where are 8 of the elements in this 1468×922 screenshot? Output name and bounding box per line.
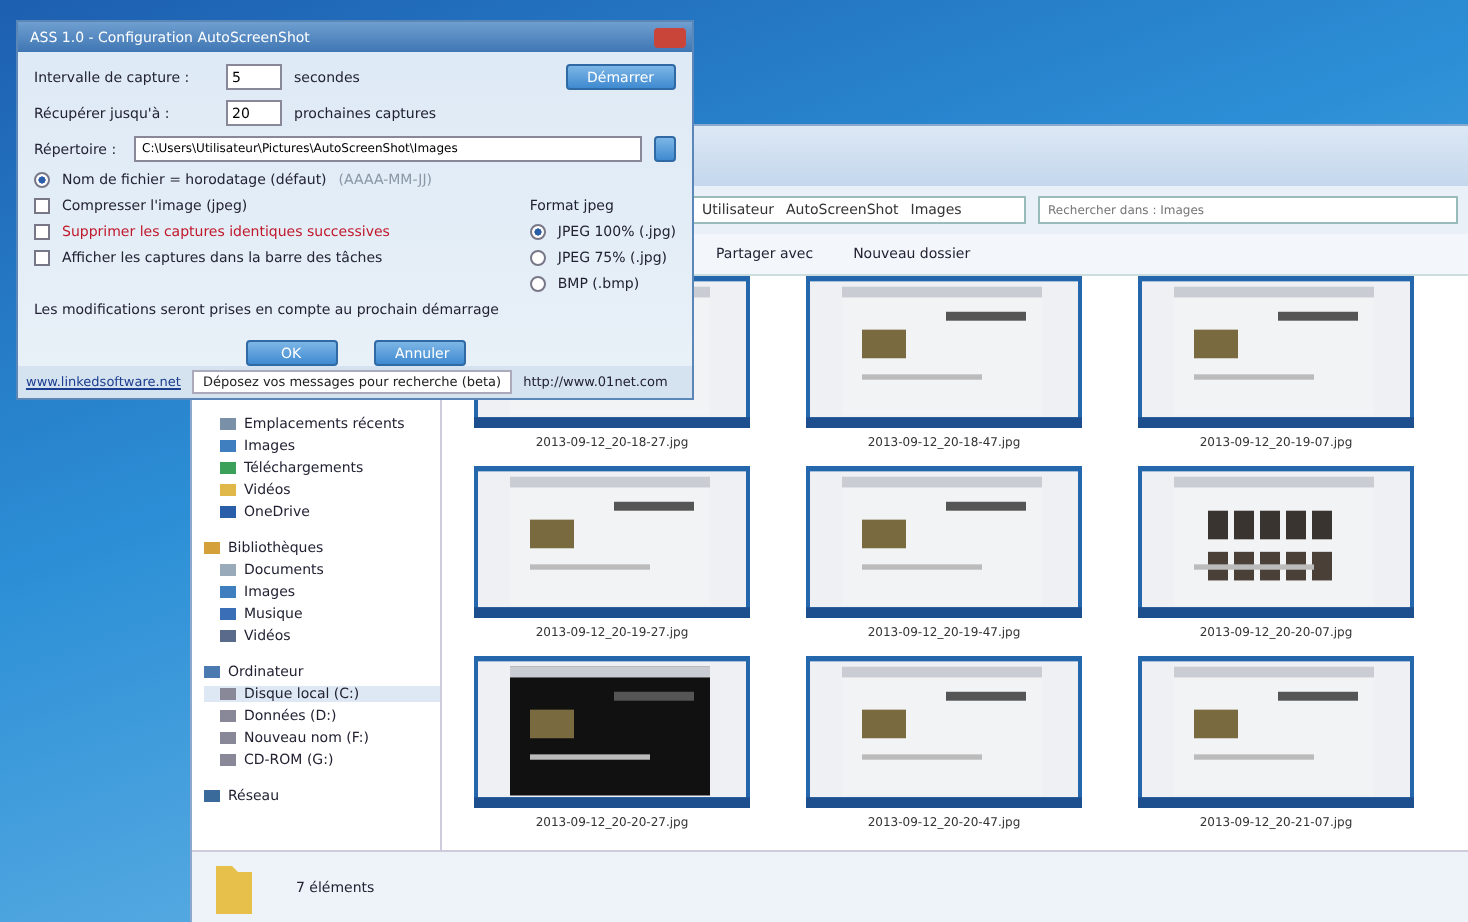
browse-button[interactable] [654,136,676,162]
radio-button[interactable] [34,172,50,188]
radio-button[interactable] [529,276,546,292]
checkbox[interactable] [34,198,50,214]
checkbox[interactable] [34,250,50,266]
radio-button[interactable] [529,250,546,266]
checkbox[interactable] [34,224,50,240]
radio-button[interactable] [529,224,546,240]
